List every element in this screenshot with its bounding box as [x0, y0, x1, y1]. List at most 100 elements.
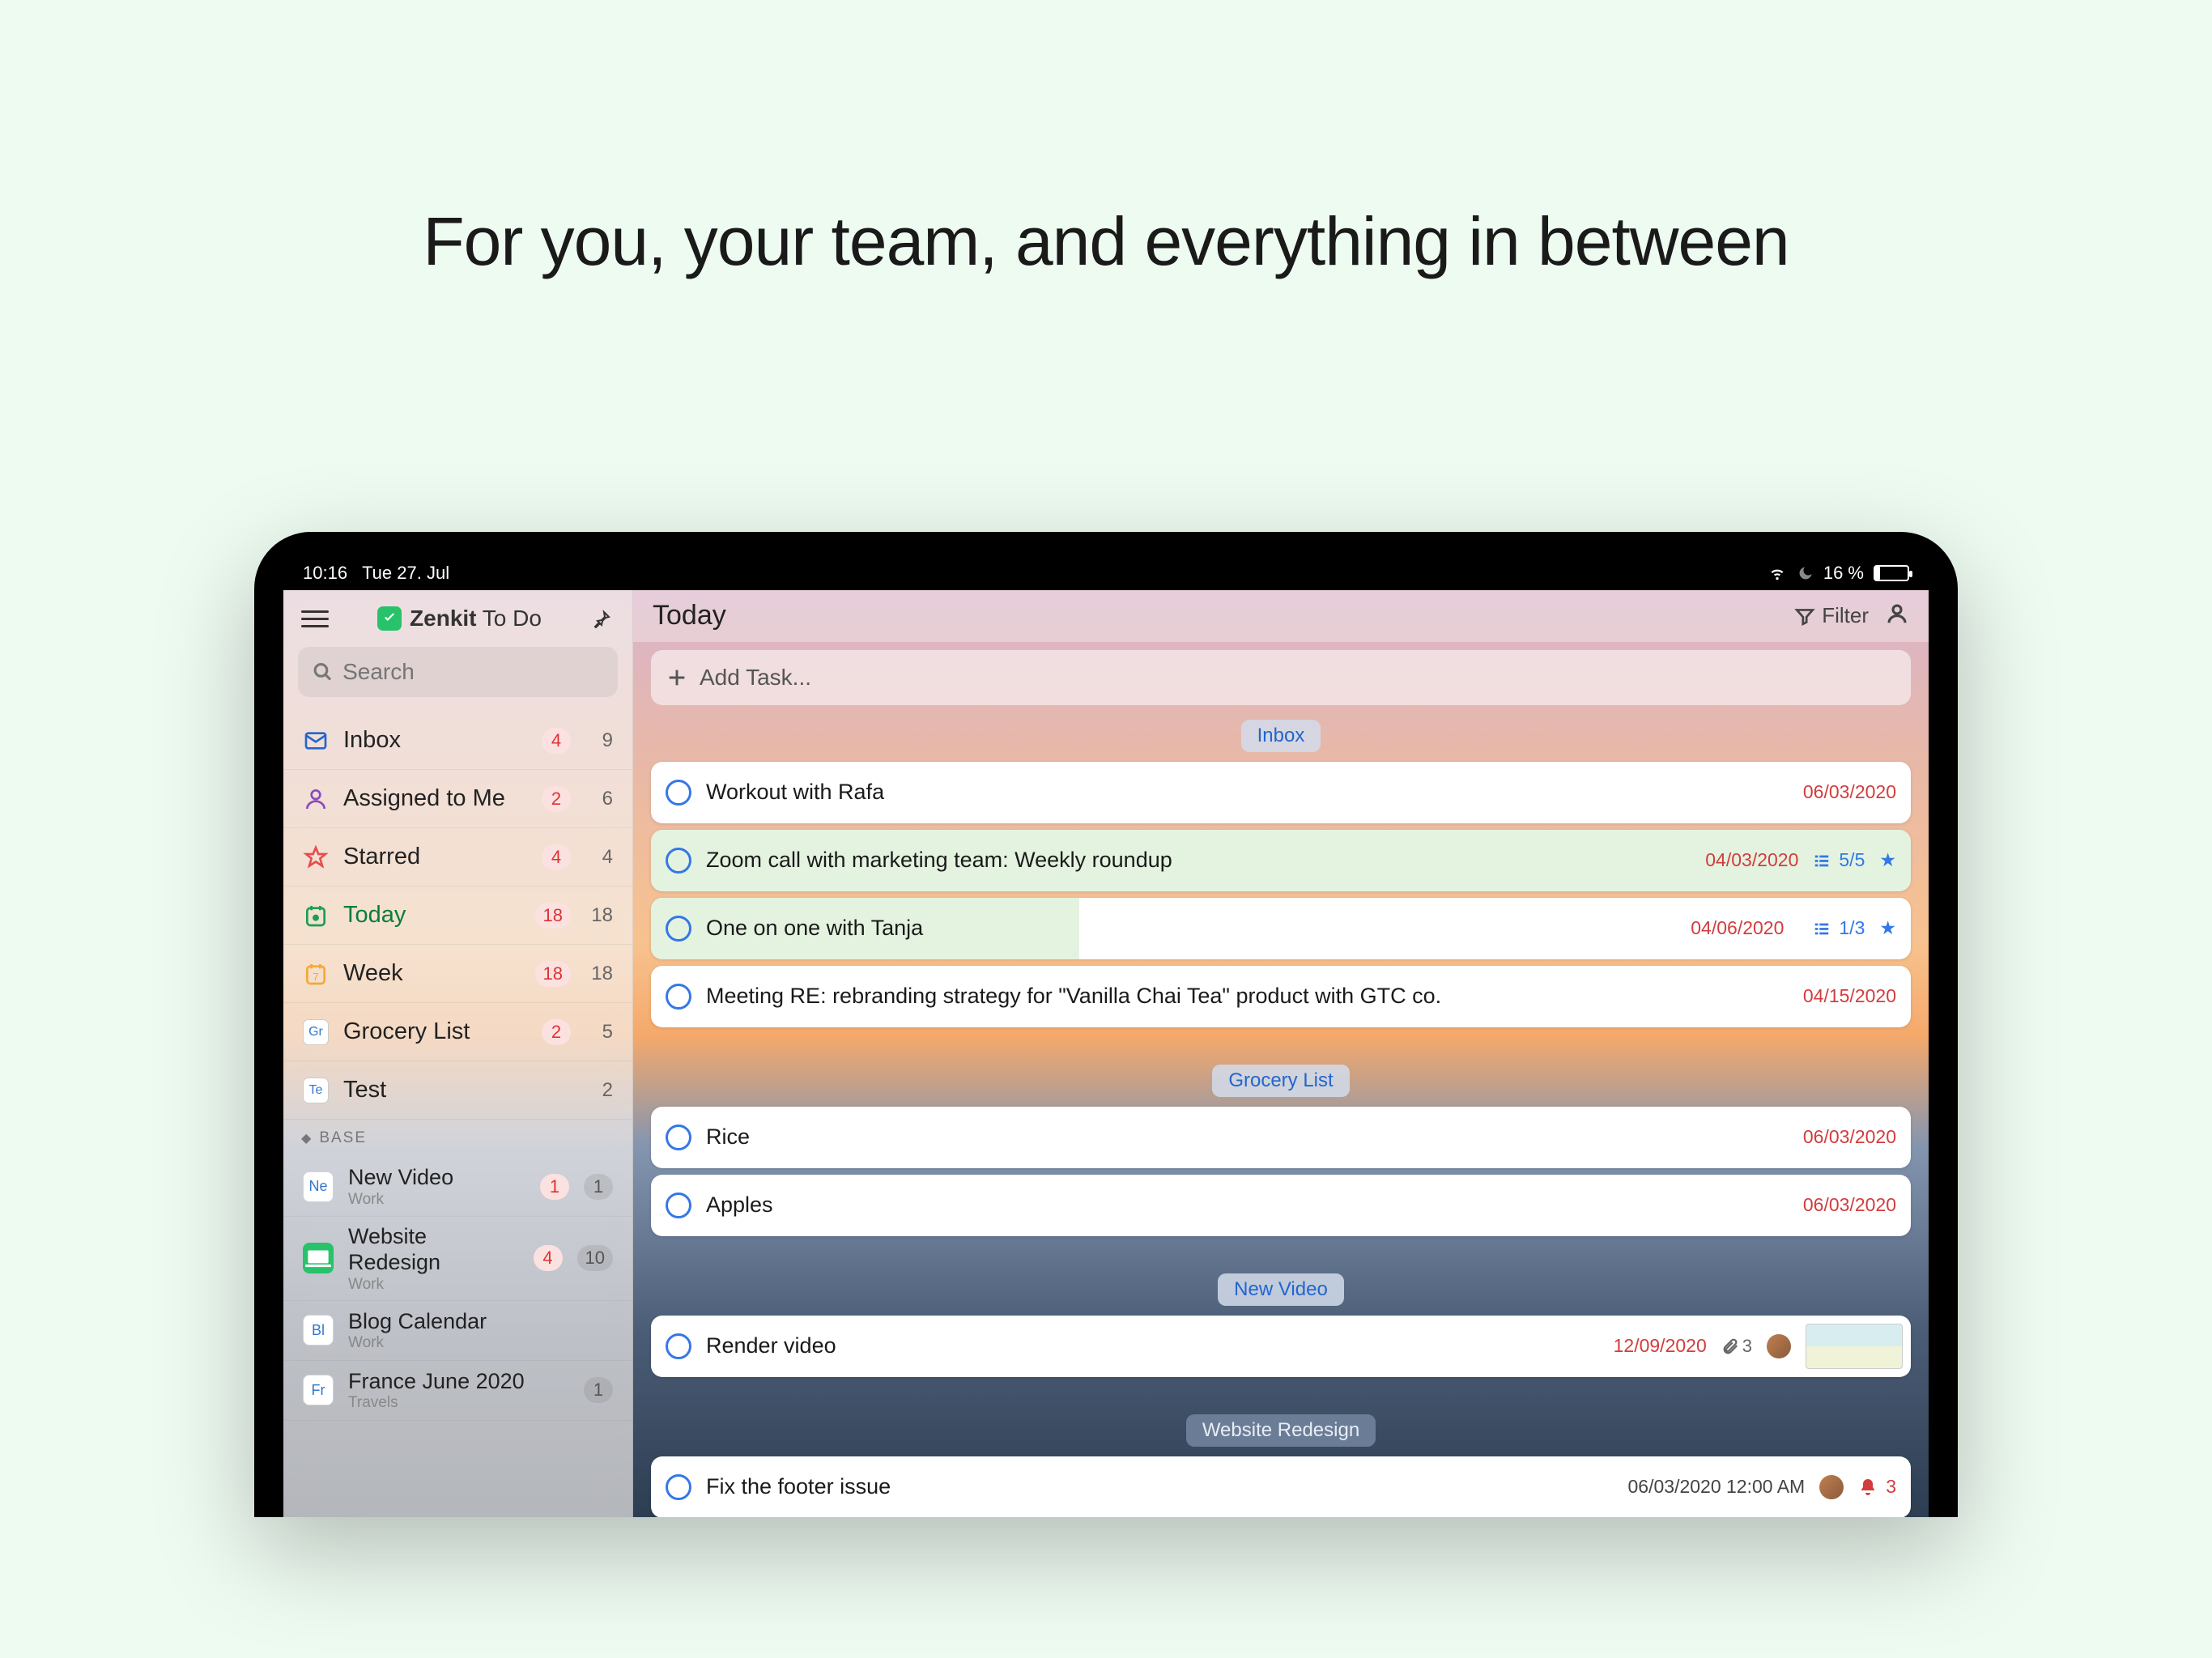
- do-not-disturb-icon: [1797, 565, 1814, 581]
- section-chip[interactable]: New Video: [1218, 1273, 1344, 1306]
- task-checkbox[interactable]: [666, 1333, 691, 1359]
- app-logo: Zenkit To Do: [377, 606, 542, 631]
- search-field[interactable]: [342, 659, 603, 685]
- project-list: NeNew VideoWork11Website RedesignWork410…: [283, 1157, 632, 1421]
- star-icon: [303, 844, 329, 870]
- star-icon: ★: [1879, 849, 1896, 871]
- mail-icon: [303, 728, 329, 754]
- task-card[interactable]: Meeting RE: rebranding strategy for "Van…: [651, 966, 1911, 1027]
- sidebar-item-label: Week: [343, 960, 521, 987]
- sidebar-item-starred[interactable]: Starred44: [283, 828, 632, 886]
- page-title: Today: [653, 600, 1778, 631]
- filter-button[interactable]: Filter: [1794, 603, 1869, 628]
- sidebar-item-today[interactable]: Today1818: [283, 886, 632, 945]
- item-count: 9: [585, 729, 613, 752]
- svg-text:7: 7: [313, 971, 318, 983]
- task-checkbox[interactable]: [666, 916, 691, 942]
- task-date: 04/03/2020: [1705, 849, 1798, 871]
- overdue-badge: 4: [534, 1245, 563, 1271]
- task-card[interactable]: Zoom call with marketing team: Weekly ro…: [651, 830, 1911, 891]
- task-title: Zoom call with marketing team: Weekly ro…: [706, 848, 1691, 873]
- wifi-icon: [1767, 565, 1788, 581]
- section-chip[interactable]: Grocery List: [1212, 1065, 1349, 1097]
- task-card[interactable]: Rice 06/03/2020: [651, 1107, 1911, 1168]
- item-count: 1: [584, 1174, 613, 1200]
- sidebar-item-inbox[interactable]: Inbox 49: [283, 712, 632, 770]
- project-prefix: Fr: [303, 1375, 334, 1405]
- project-subtitle: Work: [348, 1191, 525, 1209]
- menu-button[interactable]: [301, 605, 329, 632]
- task-checkbox[interactable]: [666, 848, 691, 874]
- task-card[interactable]: Fix the footer issue 06/03/2020 12:00 AM…: [651, 1456, 1911, 1517]
- task-title: Render video: [706, 1333, 1599, 1358]
- task-title: Meeting RE: rebranding strategy for "Van…: [706, 984, 1789, 1009]
- task-card[interactable]: Workout with Rafa 06/03/2020: [651, 762, 1911, 823]
- project-subtitle: Work: [348, 1276, 519, 1294]
- item-count: 1: [584, 1377, 613, 1403]
- overdue-badge: 4: [542, 728, 571, 754]
- assignee-avatar: [1767, 1334, 1791, 1358]
- project-item[interactable]: Fr France June 2020Travels 1: [283, 1361, 632, 1421]
- person-icon: [303, 786, 329, 812]
- task-card[interactable]: Render video 12/09/2020 3: [651, 1316, 1911, 1377]
- sidebar-item-label: Today: [343, 902, 521, 929]
- sidebar-item-grocery-list[interactable]: GrGrocery List25: [283, 1003, 632, 1061]
- item-count: 6: [585, 788, 613, 810]
- task-checkbox[interactable]: [666, 1192, 691, 1218]
- hero-tagline: For you, your team, and everything in be…: [423, 202, 1789, 281]
- task-date: 04/06/2020: [1691, 917, 1784, 939]
- section-chip[interactable]: Inbox: [1241, 720, 1321, 752]
- pin-button[interactable]: [590, 606, 615, 631]
- task-card[interactable]: Apples 06/03/2020: [651, 1175, 1911, 1236]
- sidebar-item-label: Inbox: [343, 727, 527, 754]
- search-icon: [313, 661, 333, 683]
- task-date: 06/03/2020: [1803, 1194, 1896, 1216]
- item-count: 5: [585, 1021, 613, 1044]
- project-item[interactable]: NeNew VideoWork11: [283, 1157, 632, 1217]
- task-checkbox[interactable]: [666, 1124, 691, 1150]
- task-date: 06/03/2020: [1803, 781, 1896, 803]
- zenkit-logo-icon: [377, 606, 402, 631]
- funnel-icon: [1794, 606, 1815, 627]
- subtask-count: 5/5: [1813, 849, 1865, 871]
- overdue-badge: 4: [542, 844, 571, 870]
- item-count: 2: [585, 1079, 613, 1102]
- task-checkbox[interactable]: [666, 1474, 691, 1500]
- add-task-input[interactable]: Add Task...: [651, 650, 1911, 705]
- task-title: Fix the footer issue: [706, 1474, 1614, 1499]
- task-title: One on one with Tanja: [706, 916, 1676, 941]
- search-input[interactable]: [298, 647, 618, 697]
- task-title: Apples: [706, 1192, 1789, 1218]
- person-icon: [1885, 602, 1909, 626]
- project-prefix: Bl: [303, 1315, 334, 1346]
- project-title: New Video: [348, 1164, 525, 1190]
- overdue-badge: 18: [535, 961, 571, 987]
- item-count: 4: [585, 846, 613, 869]
- status-battery-label: 16 %: [1823, 563, 1864, 584]
- profile-button[interactable]: [1885, 602, 1909, 630]
- star-icon: ★: [1879, 917, 1896, 939]
- subtask-count: 1/3: [1813, 917, 1865, 939]
- project-title: France June 2020: [348, 1368, 569, 1394]
- project-title: Blog Calendar: [348, 1308, 613, 1334]
- overdue-badge: 2: [542, 786, 571, 812]
- sidebar-item-assigned-to-me[interactable]: Assigned to Me26: [283, 770, 632, 828]
- task-date: 12/09/2020: [1614, 1335, 1707, 1357]
- project-item[interactable]: Website RedesignWork410: [283, 1217, 632, 1301]
- sidebar-item-test[interactable]: Te Test 2: [283, 1061, 632, 1120]
- project-item[interactable]: BlBlog CalendarWork: [283, 1301, 632, 1361]
- sidebar-item-label: Grocery List: [343, 1018, 527, 1045]
- attachment-count: 3: [1721, 1336, 1752, 1357]
- sidebar-item-label: Test: [343, 1077, 571, 1103]
- task-checkbox[interactable]: [666, 984, 691, 1010]
- section-base-header[interactable]: ◆ BASE: [283, 1120, 632, 1157]
- item-count: 18: [585, 963, 613, 985]
- task-card[interactable]: One on one with Tanja 04/06/2020 1/3 ★: [651, 898, 1911, 959]
- sidebar-item-week[interactable]: 7 Week 18 18: [283, 945, 632, 1003]
- task-checkbox[interactable]: [666, 780, 691, 806]
- item-count: 10: [577, 1245, 613, 1271]
- section-chip[interactable]: Website Redesign: [1186, 1414, 1376, 1447]
- list-prefix: Te: [303, 1078, 329, 1103]
- task-title: Rice: [706, 1124, 1789, 1150]
- project-subtitle: Travels: [348, 1394, 569, 1412]
